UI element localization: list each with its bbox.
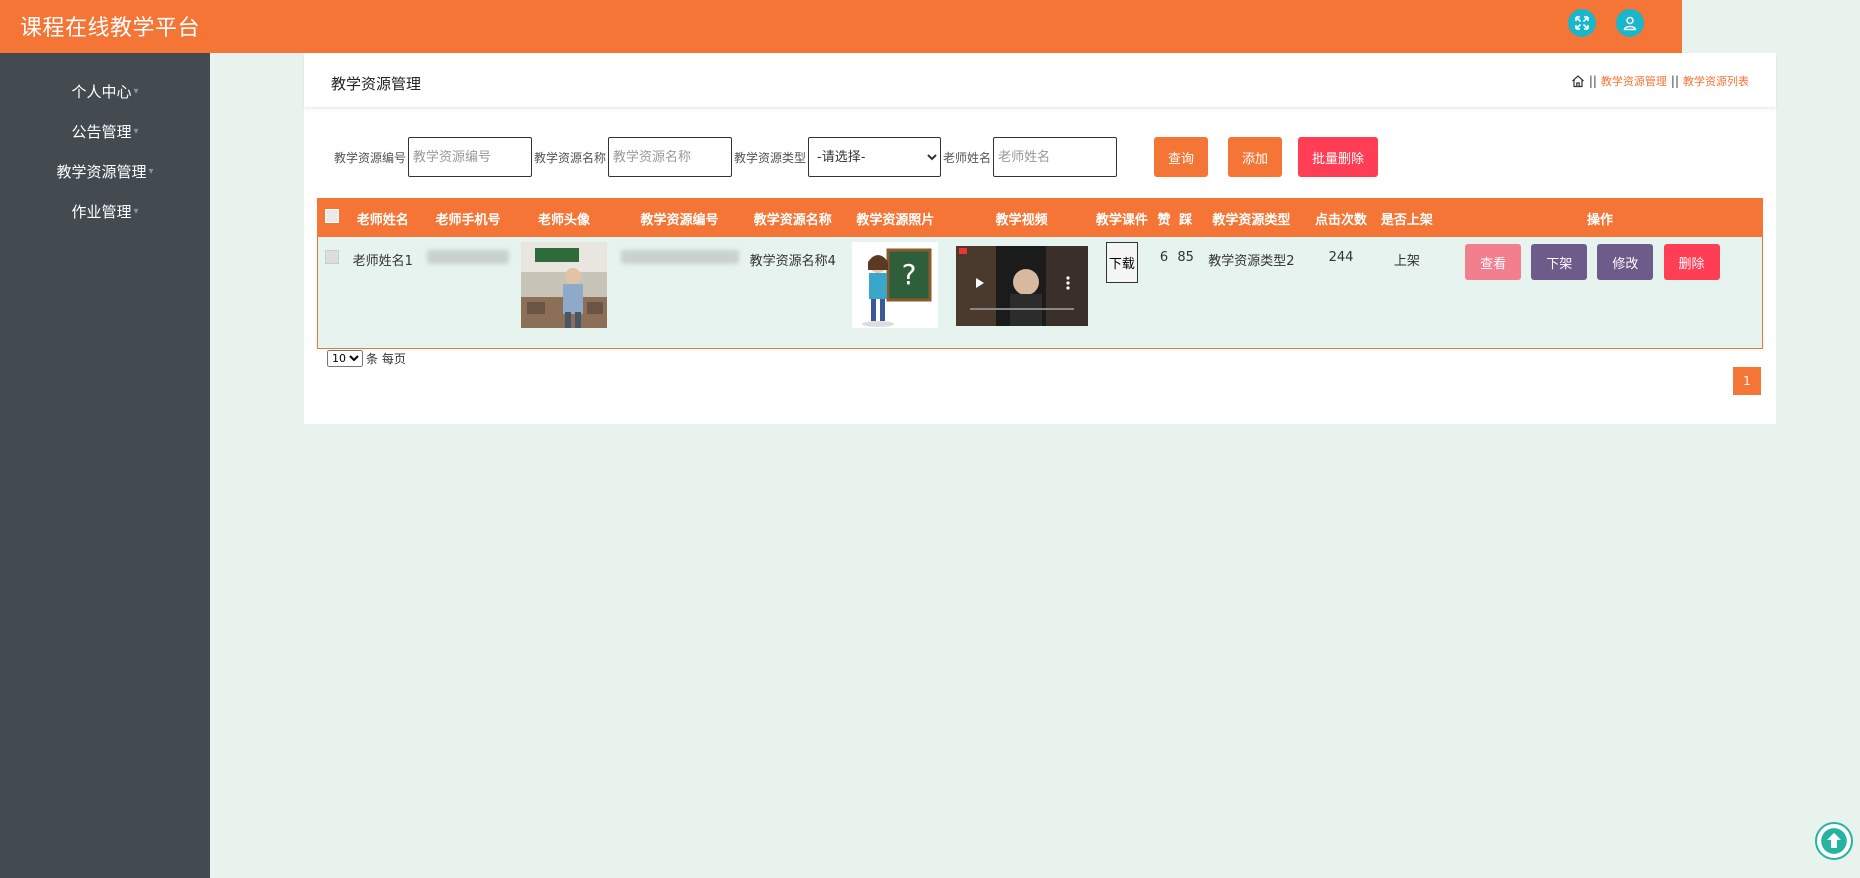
add-button[interactable]: 添加 — [1228, 137, 1283, 177]
sidebar-item-label: 教学资源管理 — [56, 162, 147, 181]
resource-name-label: 教学资源名称 — [534, 150, 607, 165]
query-button[interactable]: 查询 — [1154, 137, 1209, 177]
column-header: 赞 — [1157, 212, 1171, 228]
question-mark: ? — [902, 258, 917, 291]
search-bar: 教学资源编号 教学资源名称 教学资源类型 -请选择- 老师姓名 查询 添加 批量… — [334, 137, 1379, 177]
column-header: 教学资源名称 — [753, 212, 832, 228]
column-header: 点击次数 — [1314, 212, 1367, 228]
view-button[interactable]: 查看 — [1465, 244, 1522, 280]
sidebar-item-label: 公告管理 — [71, 122, 132, 141]
courseware-cell: 下载 — [1091, 237, 1154, 348]
expand-icon — [1575, 16, 1589, 30]
sidebar-item-label: 作业管理 — [71, 202, 132, 221]
column-header: 教学资源照片 — [856, 212, 935, 228]
resource-code-label: 教学资源编号 — [334, 150, 407, 165]
blurred-phone — [426, 250, 509, 264]
actions-cell: 查看 下架 修改 删除 — [1438, 237, 1762, 348]
table-row: 老师姓名1 教学资源名称4 ? 下载 6 85 教学资源类型2 244 上架 查… — [318, 237, 1762, 348]
teacher-name-cell: 老师姓名1 — [352, 254, 413, 269]
table-header-row: 老师姓名 老师手机号 老师头像 教学资源编号 教学资源名称 教学资源照片 教学视… — [318, 199, 1762, 237]
resource-name-input[interactable] — [608, 137, 733, 177]
chevron-down-icon: ▾ — [148, 165, 154, 177]
app-title: 课程在线教学平台 — [20, 16, 201, 41]
back-to-top-button[interactable] — [1815, 822, 1853, 860]
delete-button[interactable]: 删除 — [1663, 244, 1720, 280]
user-button[interactable] — [1616, 9, 1644, 37]
teaching-video-player[interactable] — [955, 246, 1088, 326]
sidebar-item-personal-center[interactable]: 个人中心 ▾ — [0, 71, 210, 111]
sidebar-item-resources[interactable]: 教学资源管理 ▾ — [0, 151, 210, 191]
offline-button[interactable]: 下架 — [1531, 244, 1588, 280]
breadcrumb-item-resource-list[interactable]: 教学资源列表 — [1683, 73, 1749, 89]
edit-button[interactable]: 修改 — [1597, 244, 1654, 280]
teaching-video-cell — [953, 237, 1091, 348]
column-header: 老师头像 — [538, 212, 591, 228]
resource-type-label: 教学资源类型 — [734, 150, 807, 165]
resource-code-cell — [612, 237, 748, 348]
top-bar: 课程在线教学平台 — [0, 0, 1682, 53]
resource-name-cell: 教学资源名称4 — [749, 254, 836, 269]
page-number-current[interactable]: 1 — [1733, 367, 1761, 395]
chevron-down-icon: ▾ — [133, 205, 139, 217]
panel-header: 教学资源管理 || 教学资源管理 || 教学资源列表 — [304, 53, 1776, 107]
column-header: 教学资源编号 — [640, 212, 719, 228]
select-all-checkbox[interactable] — [325, 209, 340, 223]
main-panel: 教学资源管理 || 教学资源管理 || 教学资源列表 教学资源编号 教学资源名称… — [304, 53, 1776, 424]
column-header: 教学视频 — [995, 212, 1048, 228]
breadcrumb-separator: || — [1588, 74, 1597, 88]
select-all-checkbox-cell — [318, 199, 346, 237]
publish-status-cell: 上架 — [1393, 254, 1420, 269]
row-checkbox-cell — [318, 237, 346, 348]
page-title: 教学资源管理 — [331, 75, 422, 93]
row-checkbox[interactable] — [325, 250, 340, 264]
column-header: 老师手机号 — [435, 212, 501, 228]
teacher-name-label: 老师姓名 — [943, 150, 992, 165]
likes-cell: 6 — [1159, 250, 1169, 265]
breadcrumb-separator: || — [1670, 74, 1679, 88]
sidebar: 个人中心 ▾ 公告管理 ▾ 教学资源管理 ▾ 作业管理 ▾ — [0, 53, 210, 878]
resource-table: 老师姓名 老师手机号 老师头像 教学资源编号 教学资源名称 教学资源照片 教学视… — [317, 198, 1763, 349]
chevron-down-icon: ▾ — [133, 125, 139, 137]
sidebar-item-announcements[interactable]: 公告管理 ▾ — [0, 111, 210, 151]
column-header: 操作 — [1587, 212, 1614, 228]
arrow-up-icon — [1821, 828, 1847, 854]
breadcrumb: || 教学资源管理 || 教学资源列表 — [1571, 73, 1749, 89]
user-icon — [1623, 16, 1637, 31]
column-header: 教学资源类型 — [1212, 212, 1291, 228]
sidebar-item-label: 个人中心 — [71, 82, 132, 101]
teacher-phone-cell — [419, 237, 516, 348]
column-header: 踩 — [1179, 212, 1193, 228]
dislikes-cell: 85 — [1177, 250, 1194, 265]
teacher-avatar-cell — [517, 237, 612, 348]
fullscreen-button[interactable] — [1568, 9, 1596, 37]
home-icon[interactable] — [1571, 74, 1585, 88]
page-size-select[interactable]: 10 — [327, 350, 363, 367]
breadcrumb-item-resource-management[interactable]: 教学资源管理 — [1601, 73, 1667, 89]
batch-delete-button[interactable]: 批量删除 — [1298, 137, 1379, 177]
page-size-control: 10 条 每页 — [327, 350, 406, 367]
sidebar-item-homework[interactable]: 作业管理 ▾ — [0, 191, 210, 231]
click-count-cell: 244 — [1328, 250, 1354, 265]
column-header: 教学课件 — [1095, 212, 1148, 228]
resource-code-input[interactable] — [408, 137, 533, 177]
per-page-label: 条 每页 — [366, 352, 406, 366]
resource-photo-cell: ? — [838, 237, 952, 348]
column-header: 是否上架 — [1380, 212, 1433, 228]
blurred-code — [620, 250, 739, 264]
resource-type-cell: 教学资源类型2 — [1208, 254, 1295, 269]
download-courseware-button[interactable]: 下载 — [1105, 242, 1138, 283]
resource-type-select[interactable]: -请选择- — [808, 137, 942, 177]
column-header: 老师姓名 — [356, 212, 409, 228]
teacher-avatar-image — [521, 242, 608, 328]
chevron-down-icon: ▾ — [133, 85, 139, 97]
teacher-name-input[interactable] — [993, 137, 1118, 177]
resource-photo-image: ? — [852, 242, 939, 328]
